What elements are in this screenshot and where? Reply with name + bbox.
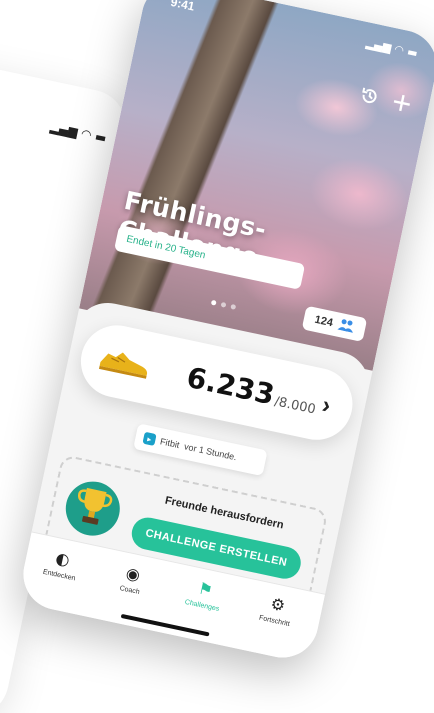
participants-count: 124: [313, 313, 334, 330]
tab-coach[interactable]: ◉ Coach: [99, 558, 164, 600]
carousel-dot[interactable]: [220, 301, 227, 308]
stopwatch-icon: ◉: [124, 563, 142, 585]
shoe-icon: [98, 352, 148, 379]
sync-status-chip: ▸ Fitbit vor 1 Stunde.: [133, 423, 268, 477]
tab-challenges[interactable]: ⚑ Challenges: [172, 574, 237, 616]
trophy-icon: [60, 476, 125, 541]
tab-label: Entdecken: [42, 568, 77, 583]
gear-icon: ⚙: [268, 593, 287, 616]
carousel-dot[interactable]: [230, 303, 237, 310]
people-icon: [337, 317, 356, 336]
compass-icon: ◐: [53, 548, 72, 570]
participants-badge[interactable]: 124: [301, 305, 368, 342]
sync-source: Fitbit: [159, 436, 181, 451]
history-icon[interactable]: [357, 84, 382, 112]
tab-label: Fortschritt: [258, 614, 291, 628]
tab-fortschritt[interactable]: ⚙ Fortschritt: [244, 589, 309, 631]
background-phone-status-icons: ▂▄▆ ◠ ▬: [48, 119, 108, 146]
steps-goal: /8.000: [273, 394, 317, 418]
carousel-dots[interactable]: [210, 299, 237, 310]
fitbit-icon: ▸: [142, 431, 157, 446]
chevron-right-icon[interactable]: ›: [319, 391, 333, 420]
sync-time: vor 1 Stunde.: [183, 441, 238, 463]
steps-count: 6.233: [183, 360, 278, 412]
flag-icon: ⚑: [196, 578, 215, 601]
screenshot-stage: ▂▄▆ ◠ ▬ 9:41 ▂▄▆ ◠ ▬ Frühlings-Challenge…: [0, 0, 434, 713]
hero-actions: [357, 84, 413, 118]
steps-value: 6.233/8.000: [184, 361, 320, 421]
plus-icon[interactable]: [390, 92, 412, 117]
status-icons: ▂▄▆ ◠ ▬: [364, 36, 419, 61]
tab-entdecken[interactable]: ◐ Entdecken: [29, 543, 94, 585]
tab-label: Coach: [118, 585, 141, 597]
carousel-dot[interactable]: [210, 299, 217, 306]
status-time: 9:41: [169, 0, 196, 14]
